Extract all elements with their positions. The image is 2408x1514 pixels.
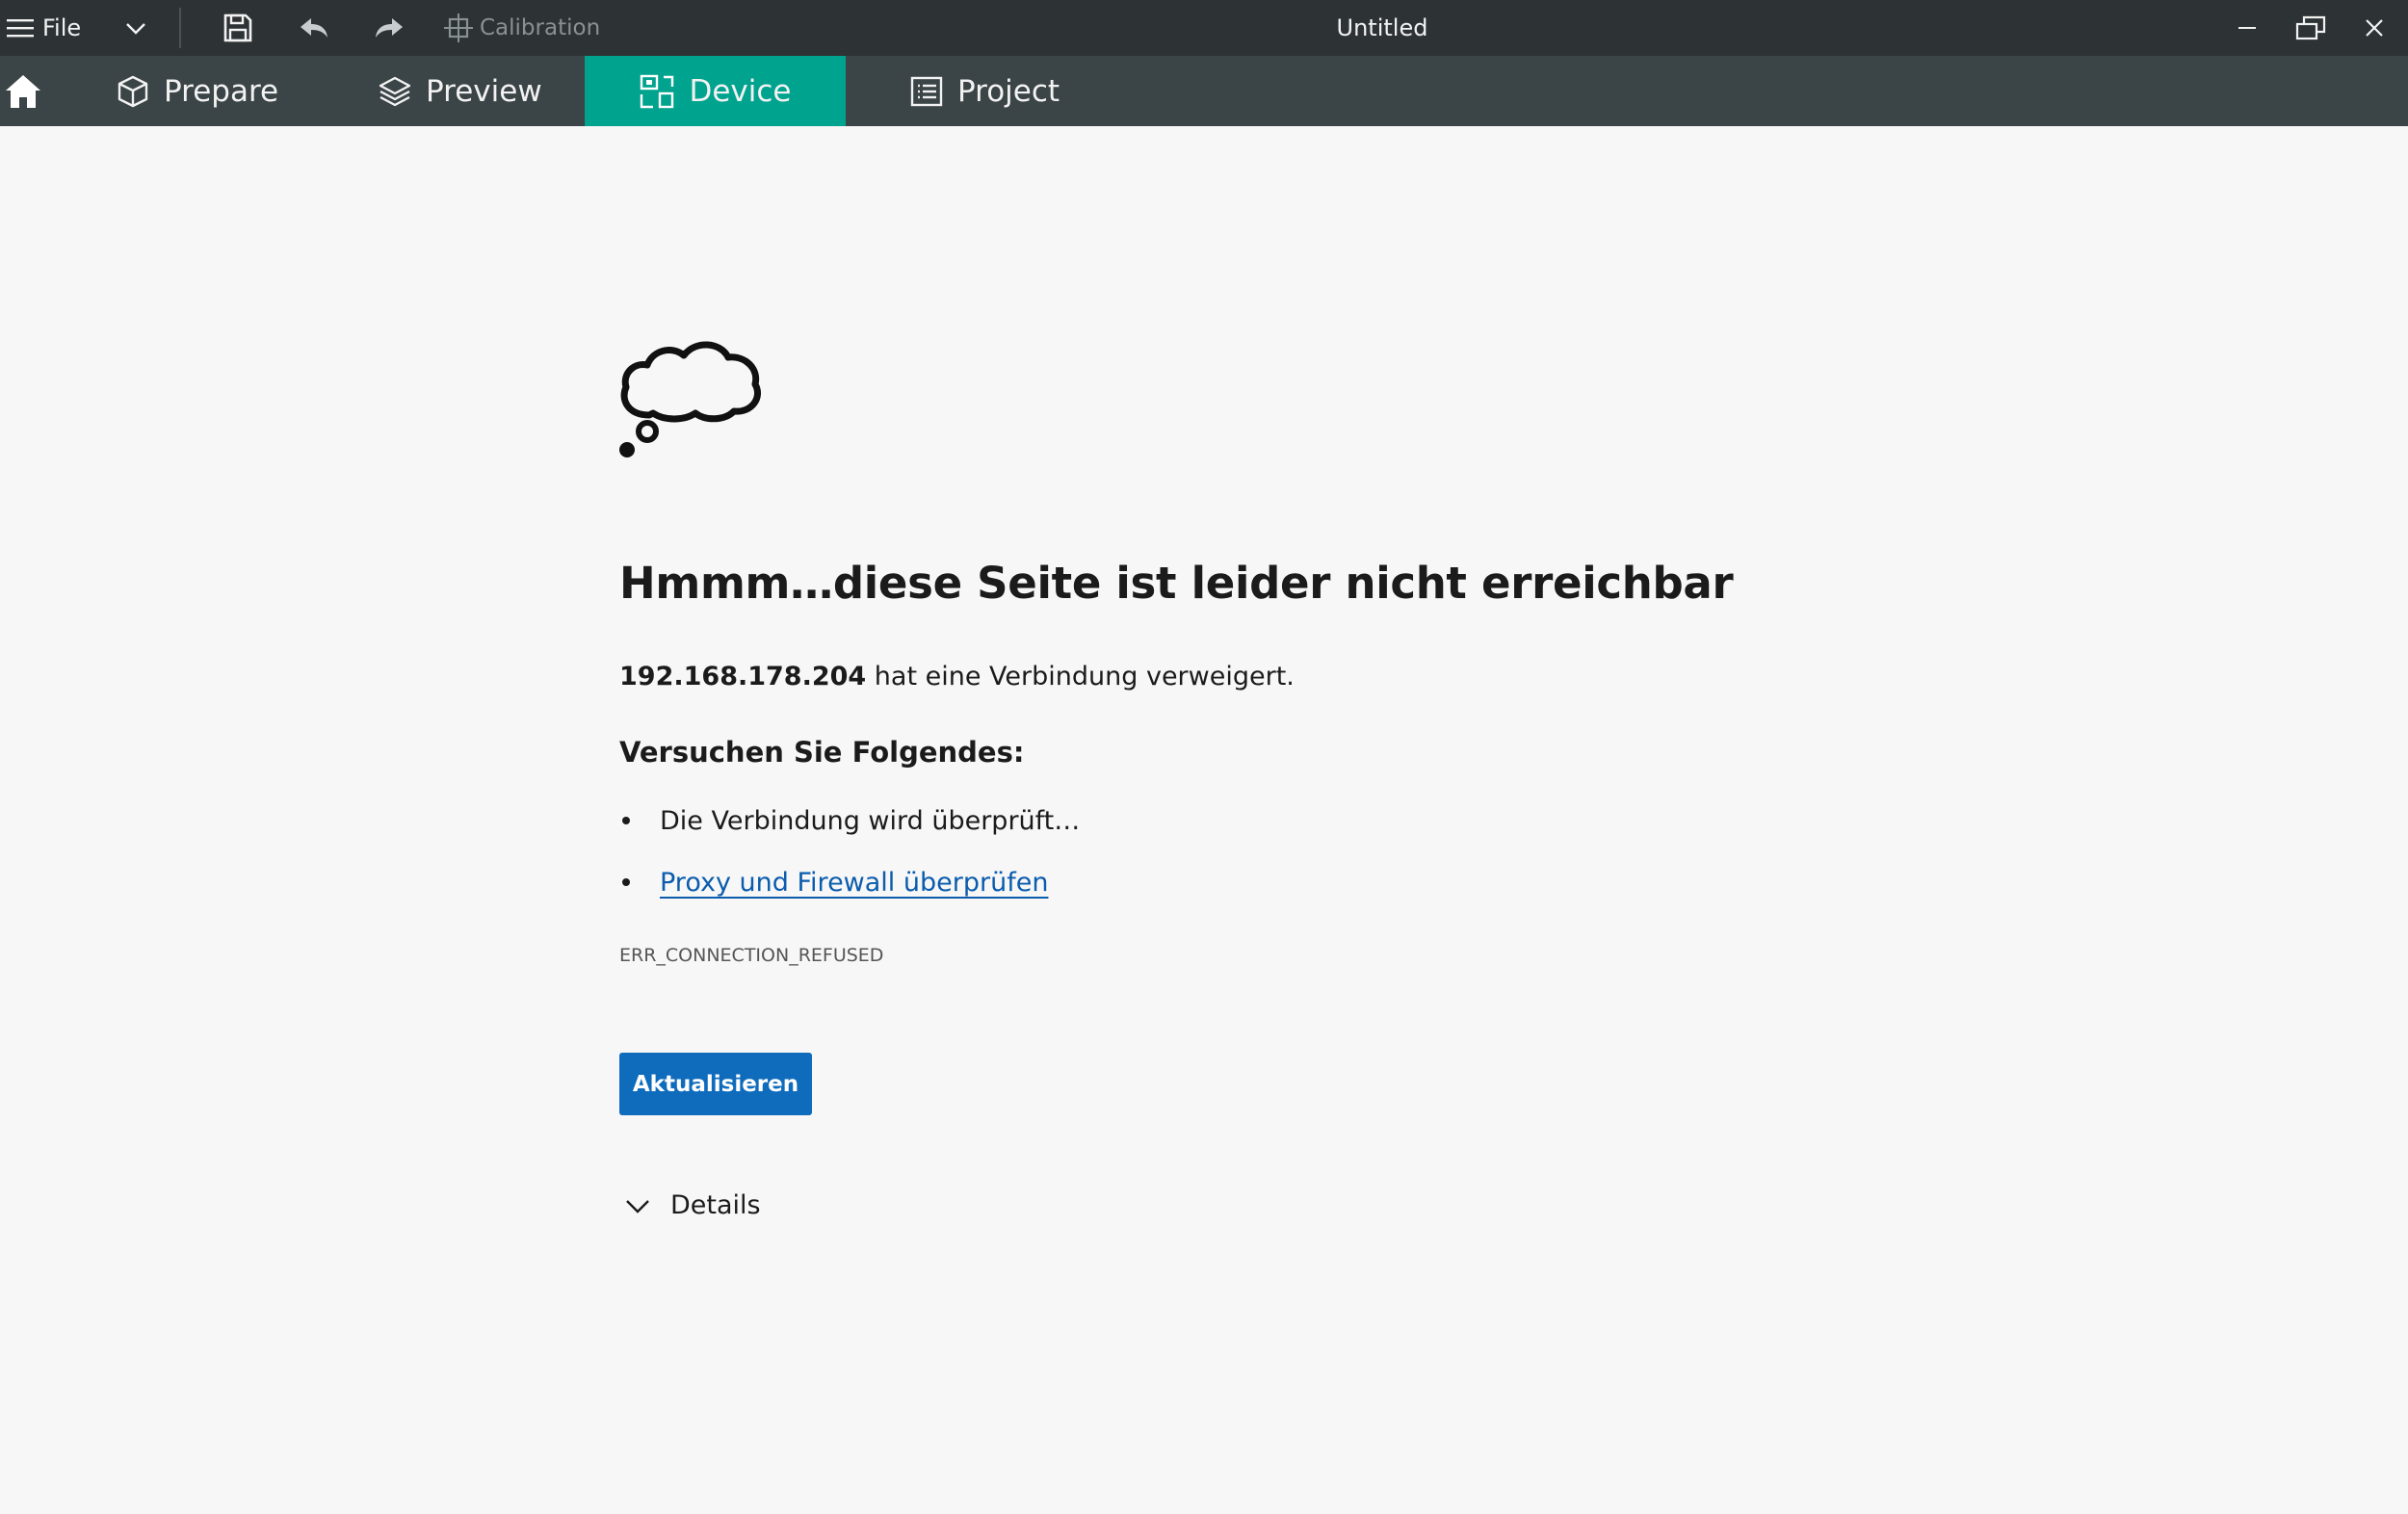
bullet-icon [622,878,630,886]
redo-icon [376,18,403,38]
layers-icon [379,76,411,106]
calibration-label: Calibration [480,15,601,40]
refresh-button[interactable]: Aktualisieren [619,1053,812,1115]
details-label: Details [670,1190,761,1220]
save-button[interactable] [217,0,259,56]
window-title: Untitled [1336,14,1428,41]
suggestion-text: Die Verbindung wird überprüft… [660,805,1081,836]
details-toggle[interactable]: Details [624,1190,761,1220]
error-host: 192.168.178.204 [619,662,867,692]
tab-label: Project [957,73,1060,109]
chevron-down-icon [626,1199,649,1214]
undo-button[interactable] [293,0,335,56]
error-code: ERR_CONNECTION_REFUSED [619,945,884,966]
list-item: Proxy und Firewall überprüfen [619,863,1048,901]
minimize-button[interactable] [2217,0,2277,56]
error-title: Hmmm…diese Seite ist leider nicht erreic… [619,558,1734,609]
tab-label: Prepare [164,73,279,109]
close-button[interactable] [2344,0,2404,56]
error-description: 192.168.178.204 hat eine Verbindung verw… [619,662,1295,692]
close-icon [2366,19,2383,37]
proxy-firewall-link[interactable]: Proxy und Firewall überprüfen [660,868,1048,898]
calibration-icon [444,13,473,42]
file-menu-label: File [42,14,82,41]
restore-button[interactable] [2281,0,2341,56]
tab-preview[interactable]: Preview [378,56,599,126]
device-icon [641,74,674,108]
home-tab[interactable] [0,56,46,126]
list-item: Die Verbindung wird überprüft… [619,801,1080,840]
calibration-button[interactable]: Calibration [443,0,616,56]
error-page: Hmmm…diese Seite ist leider nicht erreic… [0,126,2408,1514]
main-tab-bar: Prepare Preview Device Project [0,56,2408,126]
restore-icon [2295,15,2326,40]
toolbar-divider [179,8,181,48]
cube-icon [118,75,148,107]
tab-label: Preview [426,73,542,109]
redo-button[interactable] [368,0,410,56]
home-icon [6,74,40,108]
undo-icon [301,18,327,38]
error-description-text: hat eine Verbindung verweigert. [866,662,1295,692]
title-bar: File Calibration Untitled [0,0,2408,56]
thought-cloud-icon [619,341,761,457]
save-icon [223,13,252,42]
menu-dropdown-button[interactable] [116,0,156,56]
suggestions-heading: Versuchen Sie Folgendes: [619,736,1025,769]
bullet-icon [622,817,630,824]
tab-prepare[interactable]: Prepare [116,56,318,126]
list-icon [910,76,943,106]
hamburger-menu-icon [7,19,34,38]
tab-project[interactable]: Project [909,56,1102,126]
tab-label: Device [689,73,792,109]
minimize-icon [2238,27,2256,29]
chevron-down-icon [126,23,145,35]
tab-device[interactable]: Device [585,56,846,126]
